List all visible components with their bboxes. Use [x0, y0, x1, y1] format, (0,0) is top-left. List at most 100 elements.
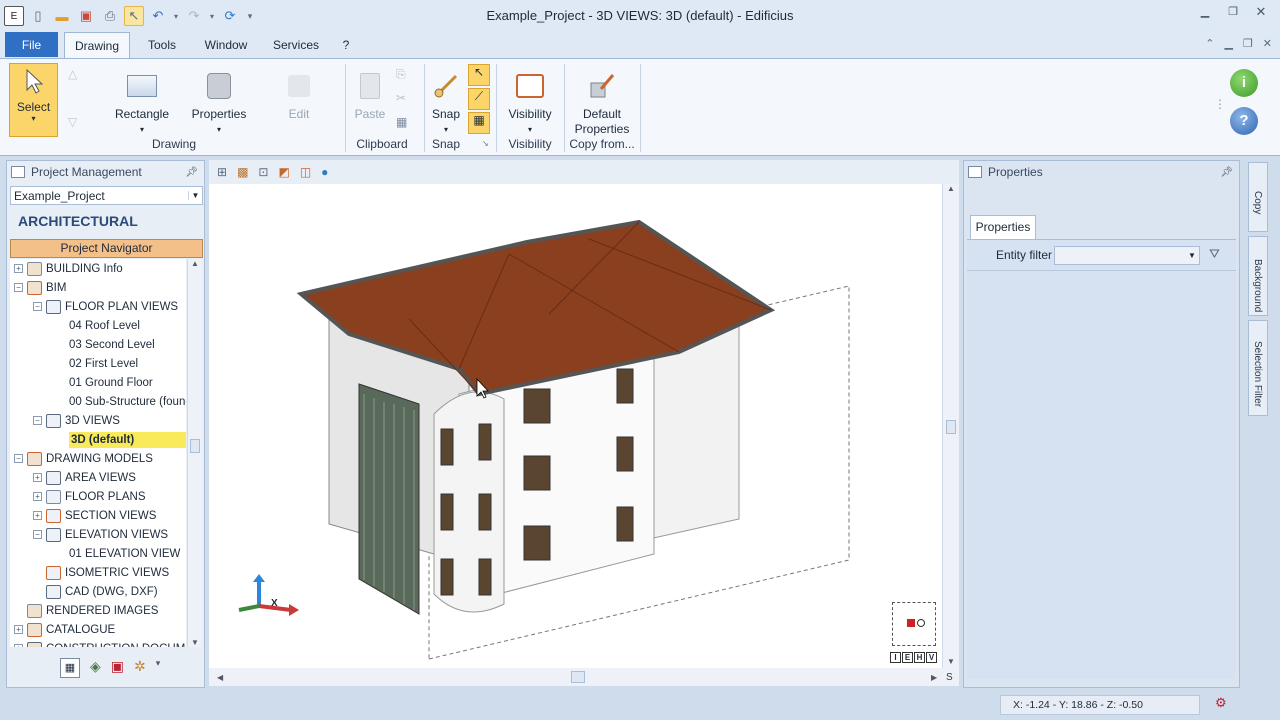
side-tab-copy[interactable]: Copy: [1248, 162, 1268, 232]
expand-icon[interactable]: +: [14, 264, 23, 273]
layers-icon[interactable]: ◫: [300, 165, 311, 179]
3d-viewport[interactable]: X I E H V: [209, 184, 942, 668]
select-button[interactable]: Select ▾: [9, 63, 58, 137]
expand-icon[interactable]: +: [14, 644, 23, 647]
more-dropdown-icon[interactable]: ▾: [156, 658, 161, 678]
view-v-button[interactable]: V: [926, 652, 937, 663]
settings-gear-icon[interactable]: ✲: [134, 658, 146, 678]
edit-button[interactable]: Edit: [274, 69, 324, 122]
entity-filter-select[interactable]: ▼: [1054, 246, 1200, 265]
scroll-down-arrow-icon[interactable]: ▼: [188, 638, 202, 647]
snap-endpoint-toggle[interactable]: ↖: [468, 64, 490, 86]
project-navigator-button[interactable]: Project Navigator: [10, 239, 203, 258]
scroll-down-arrow-icon[interactable]: ▼: [943, 657, 959, 666]
filter-icon[interactable]: ⛛: [1209, 246, 1220, 262]
snap-settings-icon[interactable]: ↘: [482, 139, 489, 148]
side-tab-selection-filter[interactable]: Selection Filter: [1248, 320, 1268, 416]
status-settings-icon[interactable]: ⚙: [1215, 695, 1227, 711]
snap-line-toggle[interactable]: ⟋: [468, 88, 490, 110]
tree-scrollbar[interactable]: ▲ ▼: [187, 259, 202, 647]
visibility-button[interactable]: Visibility ▾: [502, 69, 558, 137]
pin-icon[interactable]: 📌︎: [1220, 167, 1233, 178]
viewport-hscroll[interactable]: ◀ ▶ S: [209, 668, 959, 686]
tab-tools[interactable]: Tools: [140, 32, 184, 58]
project-view-icon[interactable]: ▦: [60, 658, 80, 678]
side-tab-background[interactable]: Background: [1248, 236, 1268, 316]
chevron-down-icon[interactable]: ▼: [188, 191, 202, 200]
rectangle-button[interactable]: Rectangle ▾: [112, 69, 172, 137]
collapse-icon[interactable]: −: [33, 416, 42, 425]
tab-services[interactable]: Services: [268, 32, 324, 58]
expand-icon[interactable]: +: [33, 492, 42, 501]
view-i-button[interactable]: I: [890, 652, 901, 663]
chevron-down-icon[interactable]: ▼: [1185, 251, 1199, 260]
pin-icon[interactable]: 📌︎: [185, 167, 198, 178]
scroll-right-arrow-icon[interactable]: ▶: [931, 673, 937, 682]
scroll-up-arrow-icon[interactable]: ▲: [188, 259, 202, 268]
maximize-icon[interactable]: ❐: [1220, 3, 1246, 20]
tree-item[interactable]: + CATALOGUE: [10, 620, 115, 639]
tab-drawing[interactable]: Drawing: [64, 32, 130, 58]
tree-item[interactable]: + FLOOR PLANS: [10, 487, 146, 506]
view-h-button[interactable]: H: [914, 652, 925, 663]
section-view-icon[interactable]: ⊞: [217, 165, 227, 179]
tree-item[interactable]: − FLOOR PLAN VIEWS: [10, 297, 178, 316]
view-cube-node[interactable]: [917, 619, 925, 627]
doc-restore-icon[interactable]: ❐: [1243, 37, 1253, 50]
tree-item[interactable]: 00 Sub-Structure (found: [10, 392, 186, 411]
doc-close-icon[interactable]: ✕: [1263, 37, 1272, 50]
info-icon[interactable]: i: [1230, 69, 1258, 97]
tab-help[interactable]: ?: [336, 32, 356, 58]
snap-button[interactable]: Snap ▾: [428, 69, 464, 137]
tree-item[interactable]: ISOMETRIC VIEWS: [10, 563, 169, 582]
tree-item[interactable]: − ELEVATION VIEWS: [10, 525, 168, 544]
view-cube-center[interactable]: [907, 619, 915, 627]
collapse-ribbon-icon[interactable]: ⌃: [1205, 37, 1214, 50]
wireframe-icon[interactable]: ⊡: [258, 165, 268, 179]
minimize-icon[interactable]: ▁: [1192, 3, 1218, 20]
paste-special-icon[interactable]: ▦: [396, 115, 407, 129]
cut-icon[interactable]: ✂: [396, 91, 406, 105]
tree-item[interactable]: − BIM: [10, 278, 66, 297]
expand-icon[interactable]: +: [14, 625, 23, 634]
tree-item[interactable]: 01 ELEVATION VIEW: [10, 544, 180, 563]
tree-item[interactable]: 02 First Level: [10, 354, 138, 373]
help-icon[interactable]: ?: [1230, 107, 1258, 135]
close-icon[interactable]: ✕: [1248, 3, 1274, 20]
scroll-up-arrow-icon[interactable]: ▲: [943, 184, 959, 193]
view-e-button[interactable]: E: [902, 652, 913, 663]
snap-grid-toggle[interactable]: ▦: [468, 112, 490, 134]
viewport-vscroll[interactable]: ▲ ▼: [943, 184, 959, 668]
doc-minimize-icon[interactable]: ▁: [1224, 37, 1232, 50]
tree-item[interactable]: − DRAWING MODELS: [10, 449, 153, 468]
render-sphere-icon[interactable]: ●: [321, 165, 328, 179]
expand-icon[interactable]: +: [33, 511, 42, 520]
tree-item[interactable]: 04 Roof Level: [10, 316, 140, 335]
tree-item[interactable]: + BUILDING Info: [10, 259, 123, 278]
collapse-icon[interactable]: −: [14, 283, 23, 292]
file-menu[interactable]: File: [5, 32, 58, 57]
tree-item[interactable]: − 3D VIEWS: [10, 411, 120, 430]
collapse-icon[interactable]: −: [33, 530, 42, 539]
viewport-vscroll-thumb[interactable]: [946, 420, 956, 434]
materials-icon[interactable]: ◈: [90, 658, 101, 678]
copy-icon[interactable]: ⎘: [396, 67, 406, 82]
properties-button[interactable]: Properties ▾: [188, 69, 250, 137]
tree-item[interactable]: 3D (default): [10, 430, 186, 449]
tab-window[interactable]: Window: [198, 32, 254, 58]
collapse-icon[interactable]: −: [33, 302, 42, 311]
tree-item[interactable]: + SECTION VIEWS: [10, 506, 156, 525]
expand-icon[interactable]: +: [33, 473, 42, 482]
materials-view-icon[interactable]: ▩: [237, 165, 248, 179]
tab-properties[interactable]: Properties: [970, 215, 1036, 239]
default-properties-button[interactable]: Default Properties: [568, 69, 636, 137]
scroll-left-arrow-icon[interactable]: ◀: [217, 673, 223, 682]
project-select[interactable]: Example_Project ▼: [10, 186, 203, 205]
tree-item[interactable]: 01 Ground Floor: [10, 373, 153, 392]
tree-item[interactable]: CAD (DWG, DXF): [10, 582, 158, 601]
tree-item[interactable]: RENDERED IMAGES: [10, 601, 158, 620]
tree-item[interactable]: + CONSTRUCTION DOCUMEN: [10, 639, 186, 647]
collapse-icon[interactable]: −: [14, 454, 23, 463]
cad-icon[interactable]: ▣: [111, 658, 124, 678]
tree-item[interactable]: 03 Second Level: [10, 335, 155, 354]
